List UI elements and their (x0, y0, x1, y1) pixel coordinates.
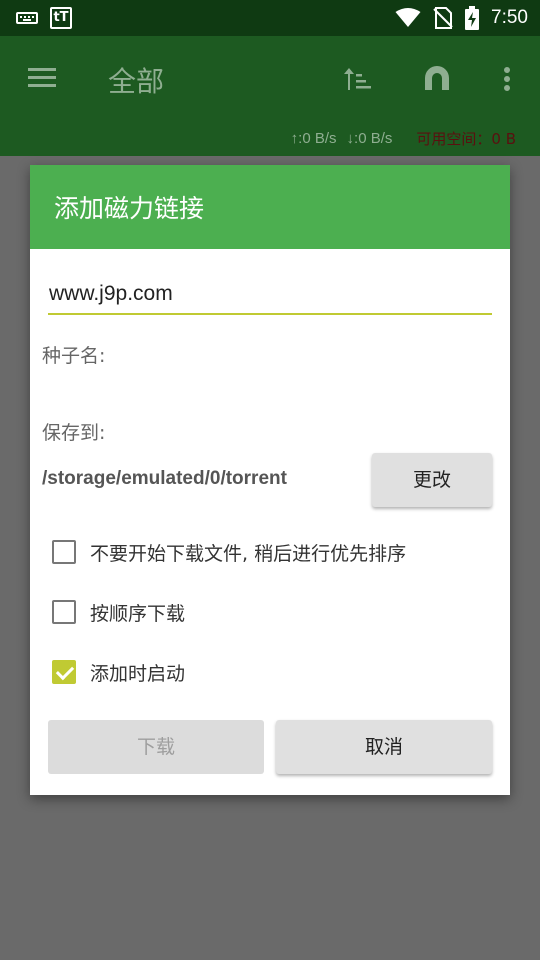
change-path-button[interactable]: 更改 (372, 453, 492, 507)
option-start-on-add[interactable]: 添加时启动 (52, 657, 185, 687)
battery-charging-icon (465, 6, 480, 30)
upload-speed: ↑:0 B/s (290, 130, 337, 147)
sort-icon[interactable] (340, 62, 374, 96)
torrent-name-label: 种子名: (42, 345, 106, 367)
wifi-icon (395, 8, 421, 27)
option-label: 按顺序下载 (90, 602, 186, 625)
tt-app-icon: tT (50, 7, 72, 29)
option-no-start-download[interactable]: 不要开始下载文件, 稍后进行优先排序 (52, 537, 406, 567)
checkbox[interactable] (52, 600, 76, 624)
magnet-url-input[interactable] (48, 275, 492, 315)
keyboard-icon (16, 12, 38, 24)
dialog-title: 添加磁力链接 (54, 194, 205, 223)
checkbox-checked[interactable] (52, 660, 76, 684)
status-bar: tT 7:50 (0, 0, 540, 36)
save-to-label: 保存到: (42, 422, 106, 444)
download-button[interactable]: 下载 (48, 720, 264, 774)
app-bar: 全部 ↑:0 B/s ↓:0 B/s 可用空间：0 B (0, 36, 540, 156)
menu-icon[interactable] (28, 68, 56, 88)
app-title: 全部 (108, 65, 165, 98)
no-sim-icon (433, 7, 453, 29)
checkbox[interactable] (52, 540, 76, 564)
cancel-button[interactable]: 取消 (276, 720, 492, 774)
free-space: 可用空间：0 B (416, 130, 516, 148)
add-magnet-dialog: 添加磁力链接 种子名: 保存到: /storage/emulated/0/tor… (30, 165, 510, 795)
download-speed: ↓:0 B/s (346, 130, 393, 147)
option-label: 不要开始下载文件, 稍后进行优先排序 (90, 542, 407, 565)
clock: 7:50 (491, 7, 528, 28)
more-vert-icon[interactable] (490, 62, 524, 96)
save-path: /storage/emulated/0/torrent (42, 468, 287, 489)
option-sequential-download[interactable]: 按顺序下载 (52, 597, 185, 627)
magnet-icon[interactable] (420, 62, 454, 96)
option-label: 添加时启动 (90, 662, 186, 685)
dialog-header: 添加磁力链接 (30, 165, 510, 249)
